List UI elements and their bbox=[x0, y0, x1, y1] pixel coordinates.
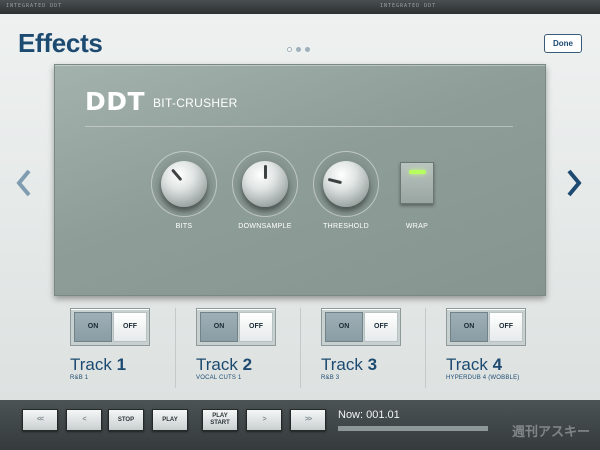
track-2-toggle[interactable]: ON OFF bbox=[196, 308, 276, 346]
position-scrubber[interactable] bbox=[338, 426, 488, 431]
track-title: Track 3 bbox=[321, 355, 377, 375]
play-start-label-2: START bbox=[210, 420, 230, 426]
track-word: Track bbox=[196, 355, 238, 374]
strip-text-left: INTEGRATED DDT bbox=[6, 3, 63, 9]
effect-brand: DDT bbox=[85, 87, 146, 116]
knob-bits[interactable] bbox=[151, 151, 217, 217]
effect-name: BIT-CRUSHER bbox=[153, 96, 238, 110]
track-word: Track bbox=[70, 355, 112, 374]
done-button[interactable]: Done bbox=[544, 34, 582, 53]
page-dot[interactable] bbox=[287, 47, 292, 52]
track-4-toggle[interactable]: ON OFF bbox=[446, 308, 526, 346]
track-title: Track 2 bbox=[196, 355, 252, 375]
off-button[interactable]: OFF bbox=[239, 312, 273, 342]
track-1: ON OFF Track 1 R&B 1 bbox=[52, 306, 177, 396]
track-subtitle: R&B 1 bbox=[70, 375, 89, 381]
knob-cap[interactable] bbox=[242, 161, 288, 207]
off-button[interactable]: OFF bbox=[364, 312, 398, 342]
divider bbox=[85, 126, 513, 127]
strip-text-right: INTEGRATED DDT bbox=[380, 3, 437, 9]
knob-pointer bbox=[327, 177, 342, 185]
knob-threshold[interactable] bbox=[313, 151, 379, 217]
knob-pointer bbox=[170, 168, 182, 182]
step-back-icon: < bbox=[82, 415, 86, 423]
knob-cap[interactable] bbox=[161, 161, 207, 207]
on-button[interactable]: ON bbox=[74, 312, 112, 342]
track-number: 1 bbox=[116, 355, 127, 374]
wrap-toggle-button[interactable] bbox=[400, 162, 434, 204]
knob-pointer bbox=[263, 165, 267, 179]
off-button[interactable]: OFF bbox=[113, 312, 147, 342]
track-word: Track bbox=[446, 355, 488, 374]
rewind-icon: << bbox=[36, 415, 44, 423]
track-subtitle: HYPERDUB 4 (WOBBLE) bbox=[446, 375, 520, 381]
stop-button[interactable]: STOP bbox=[108, 409, 144, 431]
track-subtitle: VOCAL CUTS 1 bbox=[196, 375, 242, 381]
page-title: Effects bbox=[18, 28, 103, 58]
on-button[interactable]: ON bbox=[325, 312, 363, 342]
chevron-right-icon[interactable] bbox=[566, 168, 582, 204]
knob-cap[interactable] bbox=[323, 161, 369, 207]
track-number: 2 bbox=[242, 355, 253, 374]
page-dot[interactable] bbox=[305, 47, 310, 52]
led-indicator bbox=[409, 170, 426, 174]
fast-forward-icon: >> bbox=[304, 415, 312, 423]
track-3-toggle[interactable]: ON OFF bbox=[321, 308, 401, 346]
track-divider bbox=[425, 308, 426, 388]
track-divider bbox=[175, 308, 176, 388]
track-subtitle: R&B 3 bbox=[321, 375, 340, 381]
track-word: Track bbox=[321, 355, 363, 374]
track-divider bbox=[300, 308, 301, 388]
chevron-left-icon[interactable] bbox=[16, 168, 32, 204]
effect-panel: DDT BIT-CRUSHER BITS DOWNSAMPLE THRESHOL… bbox=[54, 64, 546, 296]
page-dot[interactable] bbox=[296, 47, 301, 52]
on-button[interactable]: ON bbox=[450, 312, 488, 342]
play-start-button[interactable]: PLAY START bbox=[202, 409, 238, 431]
page-indicator bbox=[287, 47, 310, 52]
track-number: 4 bbox=[492, 355, 503, 374]
wrap-label: WRAP bbox=[405, 223, 429, 230]
on-button[interactable]: ON bbox=[200, 312, 238, 342]
track-1-toggle[interactable]: ON OFF bbox=[70, 308, 150, 346]
play-start-label-1: PLAY bbox=[212, 413, 228, 420]
play-button[interactable]: PLAY bbox=[152, 409, 188, 431]
fast-forward-button[interactable]: >> bbox=[290, 409, 326, 431]
track-2: ON OFF Track 2 VOCAL CUTS 1 bbox=[178, 306, 303, 396]
step-forward-icon: > bbox=[262, 415, 266, 423]
track-title: Track 4 bbox=[446, 355, 502, 375]
track-3: ON OFF Track 3 R&B 3 bbox=[303, 306, 428, 396]
step-back-button[interactable]: < bbox=[66, 409, 102, 431]
knob-label-downsample: DOWNSAMPLE bbox=[238, 223, 292, 230]
knob-label-bits: BITS bbox=[175, 223, 193, 230]
top-hardware-strip: INTEGRATED DDT INTEGRATED DDT bbox=[0, 0, 600, 14]
track-4: ON OFF Track 4 HYPERDUB 4 (WOBBLE) bbox=[428, 306, 553, 396]
off-button[interactable]: OFF bbox=[489, 312, 523, 342]
position-readout: Now: 001.01 bbox=[338, 409, 400, 421]
rewind-button[interactable]: << bbox=[22, 409, 58, 431]
knob-downsample[interactable] bbox=[232, 151, 298, 217]
track-number: 3 bbox=[367, 355, 378, 374]
step-forward-button[interactable]: > bbox=[246, 409, 282, 431]
watermark-logo: 週刊アスキー bbox=[512, 425, 591, 440]
track-title: Track 1 bbox=[70, 355, 126, 375]
